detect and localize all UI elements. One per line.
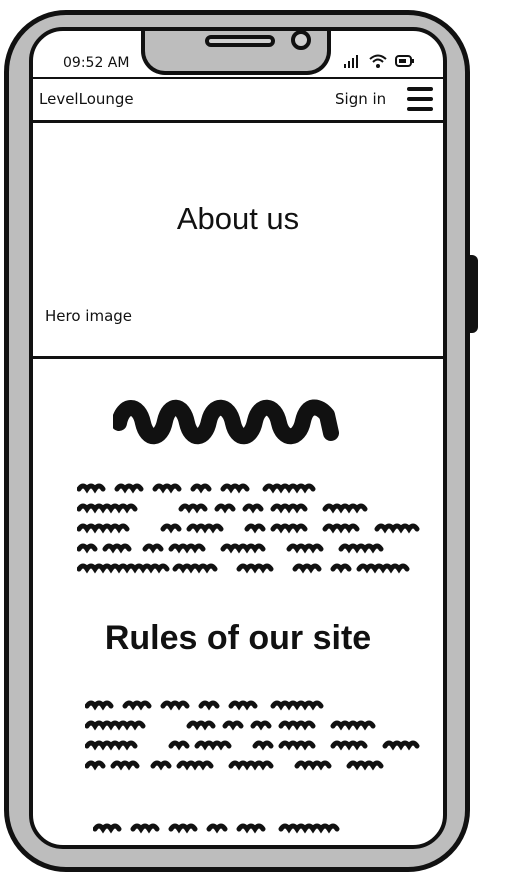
camera-icon xyxy=(291,31,311,50)
scribbled-paragraph-1 xyxy=(77,483,420,574)
scribbled-heading-placeholder xyxy=(113,399,339,445)
hero-title: About us xyxy=(176,201,300,236)
wifi-icon xyxy=(369,54,387,68)
brand-logo-text[interactable]: LevelLounge xyxy=(39,90,134,108)
rules-section-title: Rules of our site xyxy=(104,619,372,657)
phone-screen: 09:52 AM LevelLounge Sign in About us He… xyxy=(29,27,447,849)
scribbled-paragraph-2 xyxy=(85,700,420,771)
speaker-icon xyxy=(205,35,275,47)
hamburger-menu-icon[interactable] xyxy=(407,87,433,111)
top-navbar: LevelLounge Sign in xyxy=(33,77,443,123)
hero-image-label: Hero image xyxy=(45,307,133,325)
signal-icon xyxy=(344,55,358,68)
scribbled-paragraph-3 xyxy=(93,823,340,834)
sign-in-link[interactable]: Sign in xyxy=(335,90,386,108)
phone-notch xyxy=(141,31,331,75)
status-time: 09:52 AM xyxy=(63,55,130,71)
battery-icon xyxy=(395,55,414,67)
status-icons xyxy=(343,53,415,69)
hero-image: About us Hero image xyxy=(33,123,443,359)
